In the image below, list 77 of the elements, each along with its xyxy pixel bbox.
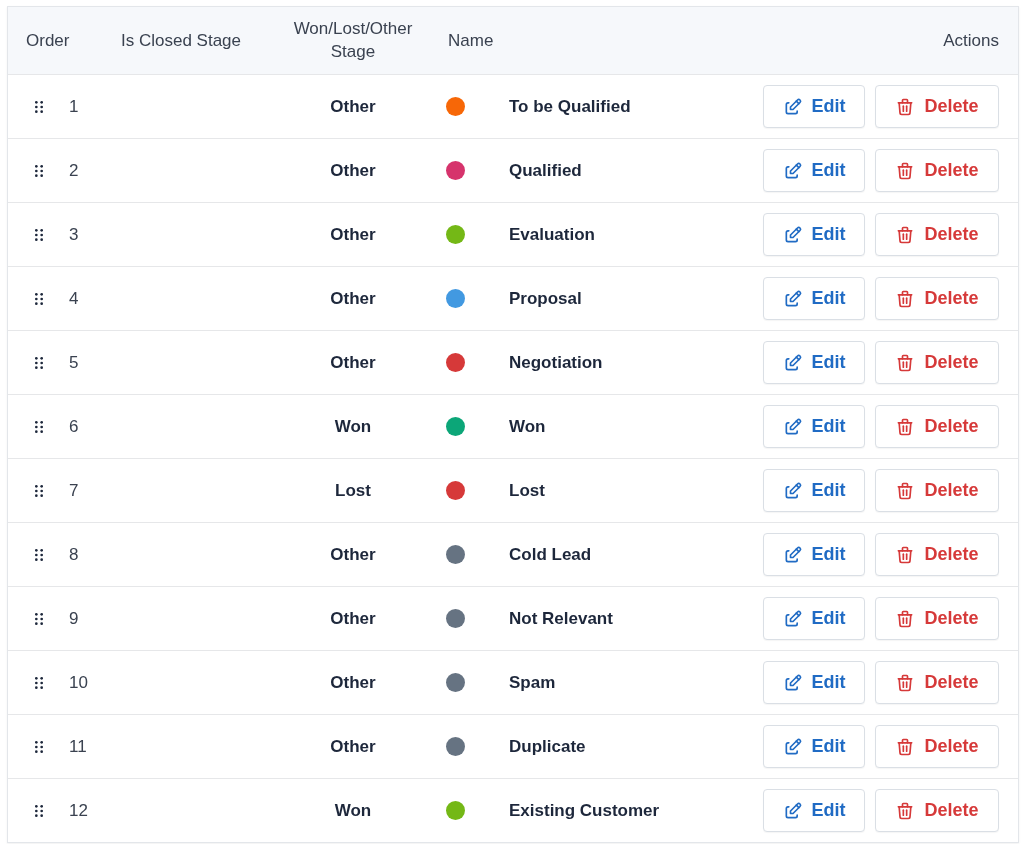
pencil-icon — [782, 160, 803, 181]
column-header: Name — [448, 30, 494, 51]
pencil-icon — [782, 608, 803, 629]
delete-button[interactable]: Delete — [875, 149, 999, 192]
stage-name: Qualified — [509, 160, 582, 181]
column-header: Is Closed Stage — [121, 30, 241, 51]
order-number: 8 — [69, 544, 79, 565]
order-number: 4 — [69, 288, 79, 309]
edit-button[interactable]: Edit — [763, 725, 865, 768]
delete-button[interactable]: Delete — [875, 597, 999, 640]
order-number: 1 — [69, 96, 79, 117]
stage-name: Existing Customer — [509, 800, 660, 821]
delete-button[interactable]: Delete — [875, 213, 999, 256]
edit-button[interactable]: Edit — [763, 405, 865, 448]
pencil-icon — [782, 480, 803, 501]
stage-type: Won — [334, 800, 372, 821]
stage-type: Other — [330, 224, 376, 245]
order-number: 7 — [69, 480, 79, 501]
stage-name: Spam — [509, 672, 556, 693]
order-number: 12 — [69, 800, 88, 821]
stage-type: Other — [330, 608, 376, 629]
order-number: 10 — [69, 672, 88, 693]
delete-button[interactable]: Delete — [875, 661, 999, 704]
stage-type: Other — [330, 288, 376, 309]
pencil-icon — [782, 416, 803, 437]
edit-button[interactable]: Edit — [763, 597, 865, 640]
delete-button[interactable]: Delete — [875, 533, 999, 576]
stage-name: Negotiation — [509, 352, 603, 373]
stage-name: Evaluation — [509, 224, 595, 245]
column-header: Actions — [943, 30, 999, 51]
order-number: 9 — [69, 608, 79, 629]
delete-button[interactable]: Delete — [875, 277, 999, 320]
stage-name: Proposal — [509, 288, 582, 309]
pencil-icon — [782, 96, 803, 117]
pencil-icon — [782, 672, 803, 693]
stage-name: To be Qualified — [509, 96, 631, 117]
pencil-icon — [782, 224, 803, 245]
stage-type: Other — [330, 160, 376, 181]
pencil-icon — [782, 352, 803, 373]
order-number: 6 — [69, 416, 79, 437]
delete-button[interactable]: Delete — [875, 725, 999, 768]
column-header: Won/Lost/Other Stage — [292, 18, 414, 63]
edit-button[interactable]: Edit — [763, 533, 865, 576]
stage-name: Not Relevant — [509, 608, 613, 629]
stage-type: Other — [330, 672, 376, 693]
edit-button[interactable]: Edit — [763, 85, 865, 128]
stage-type: Won — [334, 416, 372, 437]
stage-type: Other — [330, 96, 376, 117]
order-number: 5 — [69, 352, 79, 373]
edit-button[interactable]: Edit — [763, 661, 865, 704]
stage-name: Lost — [509, 480, 545, 501]
edit-button[interactable]: Edit — [763, 789, 865, 832]
pencil-icon — [782, 736, 803, 757]
stage-name: Cold Lead — [509, 544, 592, 565]
edit-button[interactable]: Edit — [763, 149, 865, 192]
order-number: 11 — [69, 736, 87, 757]
delete-button[interactable]: Delete — [875, 789, 999, 832]
order-number: 2 — [69, 160, 79, 181]
delete-button[interactable]: Delete — [875, 85, 999, 128]
delete-button[interactable]: Delete — [875, 469, 999, 512]
stage-type: Other — [330, 544, 376, 565]
stage-name: Won — [509, 416, 546, 437]
edit-button[interactable]: Edit — [763, 341, 865, 384]
column-header: Order — [26, 30, 70, 51]
stage-type: Other — [330, 736, 376, 757]
delete-button[interactable]: Delete — [875, 405, 999, 448]
edit-button[interactable]: Edit — [763, 213, 865, 256]
pencil-icon — [782, 288, 803, 309]
delete-button[interactable]: Delete — [875, 341, 999, 384]
edit-button[interactable]: Edit — [763, 469, 865, 512]
edit-button[interactable]: Edit — [763, 277, 865, 320]
stage-type: Lost — [335, 480, 371, 501]
order-number: 3 — [69, 224, 79, 245]
pencil-icon — [782, 544, 803, 565]
stage-type: Other — [330, 352, 376, 373]
stage-name: Duplicate — [509, 736, 586, 757]
pencil-icon — [782, 800, 803, 821]
